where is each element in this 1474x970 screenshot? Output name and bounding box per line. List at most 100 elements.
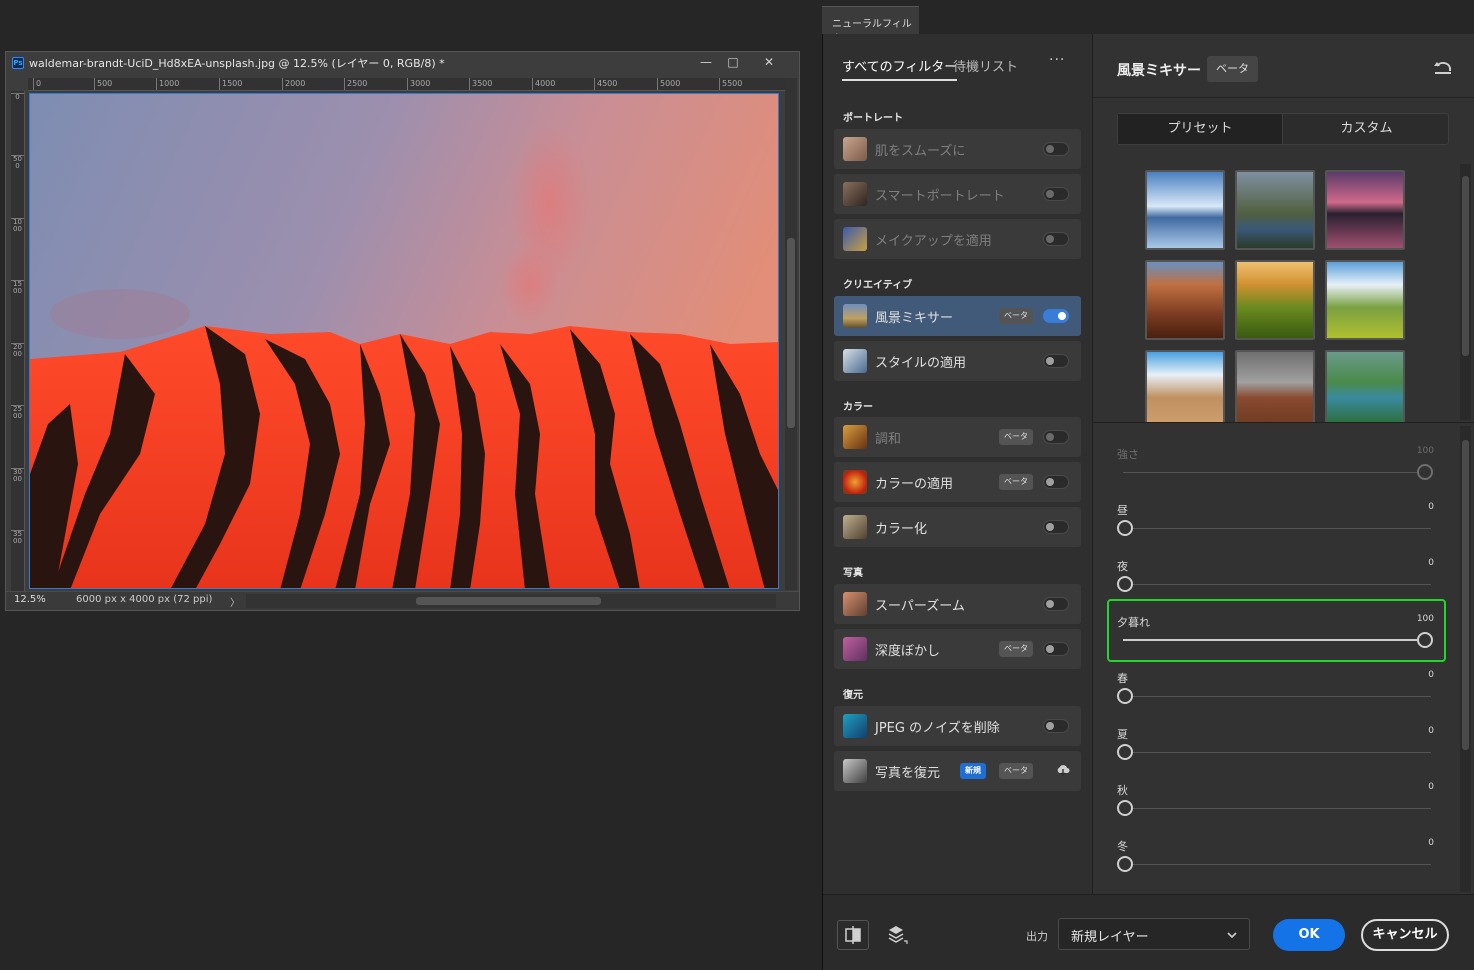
slider-knob[interactable]: [1117, 800, 1133, 816]
slider-track[interactable]: [1123, 808, 1431, 809]
beta-badge: ベータ: [999, 474, 1033, 490]
filter-row-harmonize[interactable]: 調和 ベータ: [834, 417, 1081, 457]
preset-thumbnail[interactable]: [1325, 170, 1405, 250]
toggle-knob: [1058, 312, 1066, 320]
slider-knob[interactable]: [1117, 520, 1133, 536]
filter-toggle[interactable]: [1043, 142, 1069, 156]
filter-row-smart-portrait[interactable]: スマートポートレート: [834, 174, 1081, 214]
tab-waitlist[interactable]: 待機リスト: [953, 56, 1018, 75]
cancel-button[interactable]: キャンセル: [1361, 919, 1449, 951]
filter-toggle[interactable]: [1043, 309, 1069, 323]
preset-thumbnail[interactable]: [1145, 170, 1225, 250]
slider-label: 春: [1117, 672, 1128, 685]
filter-row-photo-restore[interactable]: 写真を復元 新規 ベータ: [834, 751, 1081, 791]
close-button[interactable]: ✕: [759, 53, 779, 71]
scrollbar-thumb[interactable]: [1462, 440, 1469, 750]
output-select[interactable]: 新規レイヤー: [1058, 918, 1250, 950]
tab-neural-filters[interactable]: ニューラルフィルター: [822, 6, 919, 45]
preset-thumbnail[interactable]: [1235, 350, 1315, 422]
slider-track[interactable]: [1123, 472, 1431, 473]
beta-badge: ベータ: [999, 641, 1033, 657]
preset-thumbnail[interactable]: [1235, 170, 1315, 250]
cloud-download-icon[interactable]: [1056, 763, 1070, 777]
filter-toggle[interactable]: [1043, 354, 1069, 368]
filter-row-smooth-skin[interactable]: 肌をスムーズに: [834, 129, 1081, 169]
restore-button[interactable]: □: [723, 53, 743, 71]
filter-name: スーパーズーム: [875, 599, 965, 614]
filter-row-colorize[interactable]: カラー化: [834, 507, 1081, 547]
tab-preset[interactable]: プリセット: [1118, 114, 1283, 144]
preset-thumbnail[interactable]: [1145, 260, 1225, 340]
scrollbar-thumb[interactable]: [1462, 176, 1469, 356]
zoom-level-field[interactable]: 12.5%: [14, 594, 46, 605]
preset-thumbnail[interactable]: [1235, 260, 1315, 340]
slider-day[interactable]: 昼 0: [1117, 502, 1437, 548]
ruler-tick: 1500: [219, 78, 242, 90]
filter-toggle[interactable]: [1043, 642, 1069, 656]
toggle-knob: [1046, 478, 1054, 486]
slider-track[interactable]: [1123, 528, 1431, 529]
slider-scrollbar[interactable]: [1460, 426, 1471, 892]
filter-toggle[interactable]: [1043, 430, 1069, 444]
filter-row-color-transfer[interactable]: カラーの適用 ベータ: [834, 462, 1081, 502]
slider-track[interactable]: [1123, 584, 1431, 585]
minimize-button[interactable]: —: [696, 53, 716, 71]
scrollbar-thumb[interactable]: [416, 597, 601, 605]
document-titlebar[interactable]: Ps waldemar-brandt-UciD_Hd8xEA-unsplash.…: [6, 52, 799, 74]
filter-row-style-transfer[interactable]: スタイルの適用: [834, 341, 1081, 381]
slider-autumn[interactable]: 秋 0: [1117, 782, 1437, 828]
face-thumbnail-icon: [843, 137, 867, 161]
tab-all-filters[interactable]: すべてのフィルター: [842, 56, 958, 81]
filter-toggle[interactable]: [1043, 187, 1069, 201]
filter-row-depth-blur[interactable]: 深度ぼかし ベータ: [834, 629, 1081, 669]
preset-thumbnail[interactable]: [1325, 350, 1405, 422]
ruler-tick: 500: [11, 155, 24, 170]
filter-row-landscape-mixer[interactable]: 風景ミキサー ベータ: [834, 296, 1081, 336]
status-menu-arrow[interactable]: 〉: [230, 594, 240, 609]
slider-winter[interactable]: 冬 0: [1117, 838, 1437, 884]
scrollbar-thumb[interactable]: [787, 238, 795, 428]
slider-knob[interactable]: [1117, 576, 1133, 592]
image-canvas[interactable]: [29, 93, 779, 589]
layers-icon[interactable]: [881, 920, 913, 950]
filter-row-makeup[interactable]: メイクアップを適用: [834, 219, 1081, 259]
filter-name: 写真を復元: [875, 766, 941, 781]
slider-night[interactable]: 夜 0: [1117, 558, 1437, 604]
preset-thumbnail[interactable]: [1325, 260, 1405, 340]
reset-icon[interactable]: [1432, 57, 1454, 79]
new-badge: 新規: [960, 763, 986, 779]
slider-track[interactable]: [1123, 752, 1431, 753]
filter-row-super-zoom[interactable]: スーパーズーム: [834, 584, 1081, 624]
vertical-scrollbar[interactable]: [785, 78, 797, 590]
preset-thumbnail[interactable]: [1145, 350, 1225, 422]
tab-custom[interactable]: カスタム: [1284, 114, 1449, 144]
preset-scrollbar[interactable]: [1460, 164, 1471, 420]
more-options-icon[interactable]: ···: [1049, 52, 1065, 68]
slider-track[interactable]: [1123, 696, 1431, 697]
filter-name: 風景ミキサー: [875, 311, 954, 326]
chevron-down-icon: [1225, 927, 1239, 941]
filter-name: 深度ぼかし: [875, 644, 941, 659]
slider-knob[interactable]: [1417, 464, 1433, 480]
slider-summer[interactable]: 夏 0: [1117, 726, 1437, 772]
filter-row-jpeg-artifacts[interactable]: JPEG のノイズを削除: [834, 706, 1081, 746]
panel-footer: 出力 新規レイヤー OK キャンセル: [823, 894, 1474, 970]
slider-spring[interactable]: 春 0: [1117, 670, 1437, 716]
filter-name: スマートポートレート: [875, 189, 1005, 204]
slider-track[interactable]: [1123, 864, 1431, 865]
horizontal-scrollbar[interactable]: [246, 594, 776, 608]
slider-value: 0: [1428, 726, 1434, 736]
filter-toggle[interactable]: [1043, 520, 1069, 534]
filter-toggle[interactable]: [1043, 597, 1069, 611]
color-transfer-thumbnail-icon: [843, 470, 867, 494]
slider-knob[interactable]: [1117, 744, 1133, 760]
filter-toggle[interactable]: [1043, 232, 1069, 246]
filter-name: 肌をスムーズに: [875, 144, 966, 159]
filter-toggle[interactable]: [1043, 475, 1069, 489]
before-after-icon[interactable]: [837, 920, 869, 950]
ok-button[interactable]: OK: [1273, 919, 1345, 951]
slider-strength[interactable]: 強さ 100: [1117, 446, 1437, 492]
filter-toggle[interactable]: [1043, 719, 1069, 733]
slider-knob[interactable]: [1117, 856, 1133, 872]
slider-knob[interactable]: [1117, 688, 1133, 704]
